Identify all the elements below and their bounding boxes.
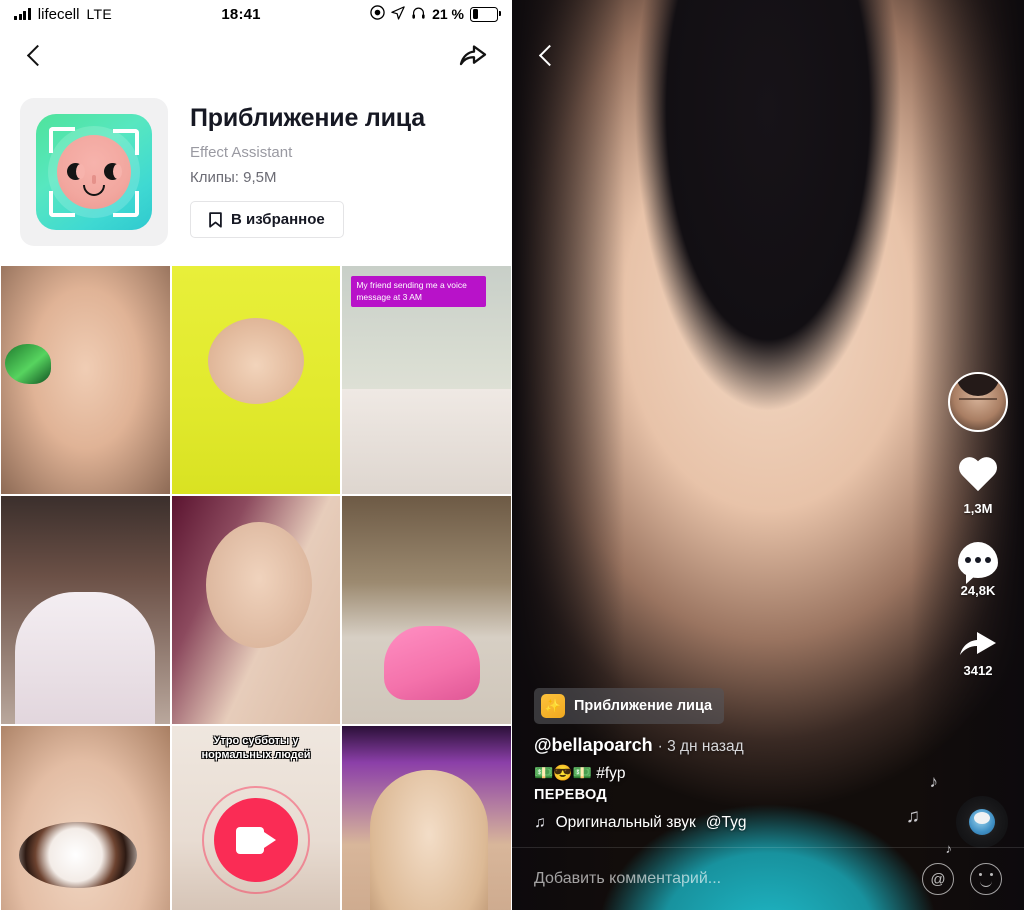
network-type-label: LTE (86, 6, 113, 22)
grid-item-video-5[interactable] (171, 496, 341, 724)
translate-button[interactable]: ПЕРЕВОД (534, 787, 834, 803)
comment-bar: Добавить комментарий... @ (512, 847, 1024, 910)
video-player-panel[interactable]: 1,3M 24,8K 3412 ♪ ♫ ♪ ✨ Приближение лица… (512, 0, 1024, 910)
record-video-button[interactable] (201, 786, 310, 894)
share-count: 3412 (963, 663, 993, 678)
effect-badge-label: Приближение лица (574, 697, 713, 714)
carrier-label: lifecell (37, 5, 80, 23)
video-action-rail: 1,3M 24,8K 3412 (942, 372, 1014, 678)
signal-bars-icon (14, 8, 31, 20)
video-overlay-text: Утро субботы у нормальных людей (201, 735, 311, 762)
like-button[interactable]: 1,3M (957, 458, 999, 516)
at-mention-icon[interactable]: @ (922, 863, 954, 895)
comment-count: 24,8K (960, 583, 996, 598)
effect-info: Приближение лица Effect Assistant Клипы:… (0, 84, 512, 266)
record-indicator-icon (370, 5, 385, 23)
battery-icon (470, 6, 501, 22)
video-author-handle: @bellapoarch (534, 734, 653, 755)
status-bar-right: 21 % (370, 5, 501, 23)
video-overlay-text: My friend sending me a voice message at … (351, 276, 487, 307)
grid-item-video-1[interactable] (1, 266, 170, 494)
effect-detail-panel: lifecell LTE 18:41 21 % Приближение лица… (0, 0, 512, 910)
avatar[interactable] (948, 372, 1008, 432)
face-zoom-effect-icon (20, 98, 168, 246)
video-camera-icon (235, 826, 276, 854)
effect-badge[interactable]: ✨ Приближение лица (534, 687, 725, 724)
clock-label: 18:41 (221, 5, 261, 23)
add-to-favorites-label: В избранное (231, 211, 325, 228)
back-chevron-icon[interactable] (536, 45, 558, 67)
back-chevron-icon[interactable] (24, 45, 46, 67)
headphones-icon (411, 6, 426, 23)
grid-item-video-9[interactable] (342, 726, 511, 910)
status-bar: lifecell LTE 18:41 21 % (0, 0, 512, 28)
grid-item-video-8[interactable]: Утро субботы у нормальных людей (171, 726, 341, 910)
effect-meta: Приближение лица Effect Assistant Клипы:… (190, 98, 425, 246)
location-arrow-icon (391, 5, 405, 23)
grid-item-video-6[interactable] (342, 496, 511, 724)
status-bar-left: lifecell LTE (14, 6, 112, 23)
grid-item-video-2[interactable] (171, 266, 341, 494)
effect-clip-count: Клипы: 9,5M (190, 169, 277, 186)
grid-item-video-3[interactable]: My friend sending me a voice message at … (342, 266, 511, 494)
magic-wand-icon: ✨ (541, 693, 565, 718)
heart-icon (957, 458, 999, 496)
effect-navbar (0, 28, 512, 84)
add-to-favorites-button[interactable]: В избранное (190, 201, 344, 238)
share-arrow-icon (957, 624, 999, 658)
music-note-icon: ♪ (929, 772, 939, 791)
bookmark-icon (209, 211, 222, 228)
effect-video-grid: My friend sending me a voice message at … (0, 266, 512, 910)
battery-percent-label: 21 % (432, 6, 464, 22)
music-title: Оригинальный звук (555, 814, 696, 831)
tiktok-screen: lifecell LTE 18:41 21 % Приближение лица… (0, 0, 1024, 910)
music-note-icon: ♫ (534, 814, 546, 831)
effect-author: Effect Assistant (190, 144, 293, 161)
grid-item-video-4[interactable] (1, 496, 170, 724)
grid-item-video-7[interactable] (1, 726, 170, 910)
share-button[interactable]: 3412 (957, 624, 999, 678)
share-arrow-icon[interactable] (458, 40, 488, 73)
music-disc[interactable] (956, 796, 1008, 848)
comment-input[interactable]: Добавить комментарий... (534, 870, 906, 888)
video-timestamp: · 3 дн назад (657, 737, 744, 755)
video-author[interactable]: @bellapoarch · 3 дн назад (534, 735, 834, 756)
video-navbar (512, 28, 1024, 84)
video-description: 💵😎💵 #fyp (534, 764, 626, 782)
music-author: @Tyg (705, 814, 747, 831)
effect-title: Приближение лица (190, 104, 425, 132)
music-note-icon: ♫ (905, 806, 920, 827)
like-count: 1,3M (963, 501, 993, 516)
comment-bubble-icon (958, 542, 998, 584)
comment-button[interactable]: 24,8K (958, 542, 998, 598)
video-caption: ✨ Приближение лица @bellapoarch · 3 дн н… (534, 687, 834, 832)
emoji-smiley-icon[interactable] (970, 863, 1002, 895)
video-music-row[interactable]: ♫ Оригинальный звук @Tyg (534, 814, 834, 832)
